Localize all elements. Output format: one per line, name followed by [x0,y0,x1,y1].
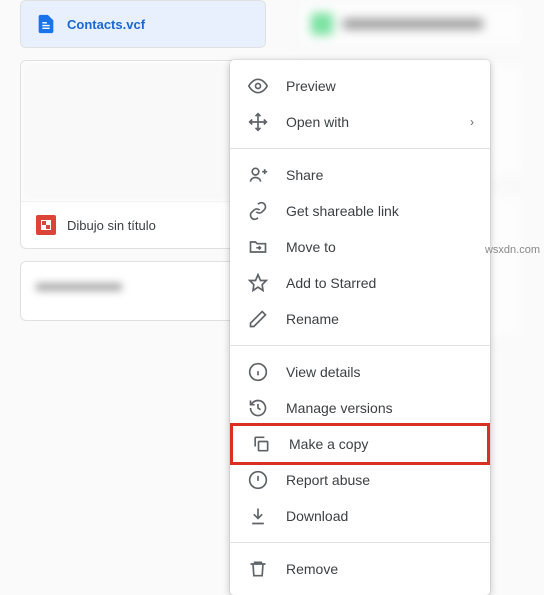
menu-label: Share [286,167,474,183]
menu-label: Make a copy [289,436,471,452]
file-card-contacts[interactable]: Contacts.vcf [20,0,266,48]
menu-label: Download [286,508,474,524]
context-menu: Preview Open with › Share Get shareable … [230,60,490,595]
divider [230,542,490,543]
drawings-icon [35,214,57,236]
menu-move-to[interactable]: Move to [230,229,490,265]
star-icon [248,273,268,293]
menu-label: Open with [286,114,452,130]
menu-share[interactable]: Share [230,157,490,193]
link-icon [248,201,268,221]
person-add-icon [248,165,268,185]
divider [230,345,490,346]
copy-icon [251,434,271,454]
menu-label: View details [286,364,474,380]
menu-label: Rename [286,311,474,327]
menu-remove[interactable]: Remove [230,551,490,587]
move-arrows-icon [248,112,268,132]
divider [230,148,490,149]
menu-shareable-link[interactable]: Get shareable link [230,193,490,229]
report-icon [248,470,268,490]
file-label: Dibujo sin título [67,218,156,233]
menu-view-details[interactable]: View details [230,354,490,390]
menu-label: Get shareable link [286,203,474,219]
folder-move-icon [248,237,268,257]
menu-label: Manage versions [286,400,474,416]
file-label: Contacts.vcf [67,17,145,32]
menu-label: Move to [286,239,474,255]
file-icon [35,13,57,35]
menu-label: Report abuse [286,472,474,488]
menu-label: Remove [286,561,474,577]
menu-label: Preview [286,78,474,94]
menu-manage-versions[interactable]: Manage versions [230,390,490,426]
chevron-right-icon: › [470,115,474,129]
menu-label: Add to Starred [286,275,474,291]
pencil-icon [248,309,268,329]
menu-preview[interactable]: Preview [230,68,490,104]
menu-add-starred[interactable]: Add to Starred [230,265,490,301]
menu-rename[interactable]: Rename [230,301,490,337]
download-icon [248,506,268,526]
menu-make-copy[interactable]: Make a copy [230,423,490,465]
menu-open-with[interactable]: Open with › [230,104,490,140]
whatsapp-icon [311,13,333,35]
menu-download[interactable]: Download [230,498,490,534]
eye-icon [248,76,268,96]
history-icon [248,398,268,418]
file-thumbnail [21,61,265,201]
info-icon [248,362,268,382]
trash-icon [248,559,268,579]
watermark: wsxdn.com [485,244,540,256]
menu-report-abuse[interactable]: Report abuse [230,462,490,498]
